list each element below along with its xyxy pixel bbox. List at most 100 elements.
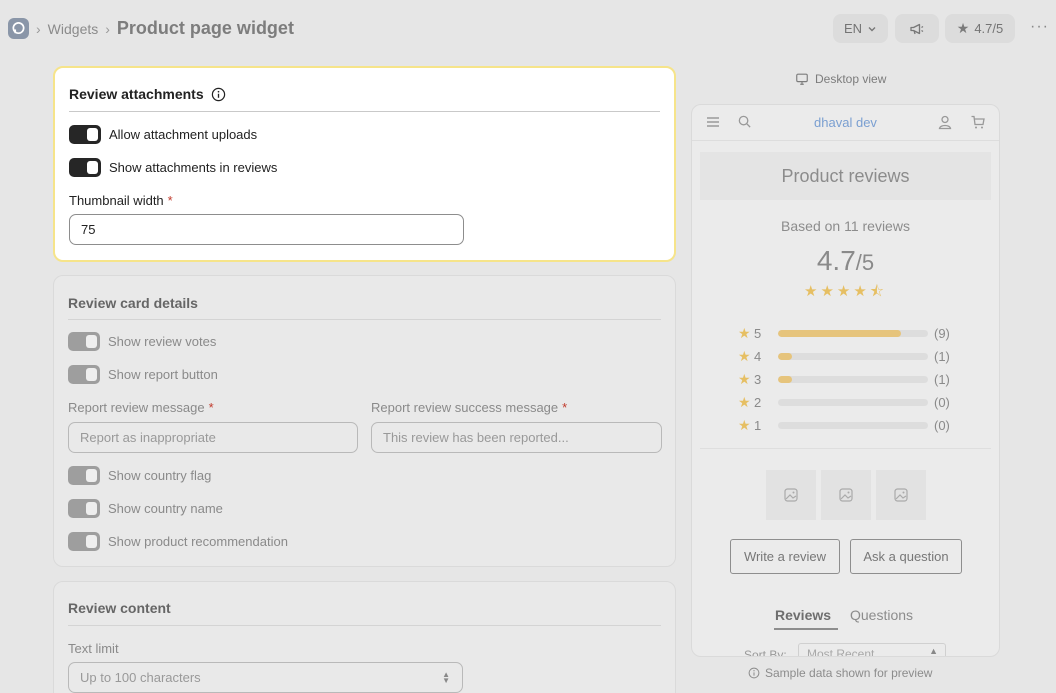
- write-review-button[interactable]: Write a review: [730, 539, 840, 574]
- language-selector[interactable]: EN: [833, 14, 888, 43]
- average-score-denominator: /5: [855, 250, 875, 275]
- show-votes-row: Show review votes: [68, 332, 216, 351]
- show-recommendation-toggle[interactable]: [68, 532, 100, 551]
- show-flag-row: Show country flag: [68, 466, 211, 485]
- star-icon: ★: [738, 324, 751, 341]
- show-attachments-label: Show attachments in reviews: [109, 160, 278, 175]
- show-votes-label: Show review votes: [108, 334, 217, 349]
- review-card-details-panel: Review card details Show review votes Sh…: [53, 275, 676, 567]
- text-limit-select[interactable]: Up to 100 characters ▲ ▼: [68, 662, 463, 693]
- rating-badge-button[interactable]: ★ 4.7/5: [945, 14, 1015, 43]
- language-label: EN: [843, 21, 863, 36]
- required-mark: *: [562, 400, 568, 415]
- show-votes-toggle[interactable]: [68, 332, 100, 351]
- thumbnail-width-input[interactable]: 75: [69, 214, 464, 245]
- caret-up-icon: ▲: [929, 646, 938, 656]
- rating-distribution-row[interactable]: ★ 4 (1): [738, 348, 958, 364]
- rating-distribution-row[interactable]: ★ 2 (0): [738, 394, 958, 410]
- monitor-icon: [796, 73, 808, 85]
- review-content-panel: Review content Text limit Up to 100 char…: [53, 581, 676, 693]
- user-icon: [938, 115, 952, 130]
- rating-star-count: 2: [754, 394, 762, 410]
- chevron-down-icon: [868, 26, 876, 31]
- text-limit-value: Up to 100 characters: [80, 670, 201, 685]
- info-icon[interactable]: [211, 87, 226, 102]
- required-mark: *: [167, 193, 173, 208]
- image-placeholder-icon: [894, 488, 908, 502]
- show-attachments-toggle[interactable]: [69, 158, 101, 177]
- widget-preview: dhaval dev Product reviews Based on 11 r…: [691, 104, 1000, 657]
- rating-distribution-row[interactable]: ★ 5 (9): [738, 325, 958, 341]
- rating-bar: [778, 398, 928, 406]
- rating-bar: [778, 375, 928, 383]
- rating-bar: [778, 421, 928, 429]
- report-success-label: Report review success message *: [371, 400, 567, 415]
- tab-reviews[interactable]: Reviews: [775, 607, 831, 623]
- star-icon: ★: [738, 393, 751, 410]
- show-country-toggle[interactable]: [68, 499, 100, 518]
- sort-select[interactable]: Most Recent ▲: [798, 643, 946, 656]
- breadcrumb-separator-icon: ›: [36, 20, 41, 37]
- breadcrumb-widgets[interactable]: Widgets: [48, 21, 99, 37]
- top-header: › Widgets › Product page widget EN ★ 4.7…: [0, 0, 1056, 58]
- sample-data-note-text: Sample data shown for preview: [765, 666, 933, 680]
- announcements-button[interactable]: [895, 14, 939, 43]
- show-flag-toggle[interactable]: [68, 466, 100, 485]
- allow-uploads-toggle[interactable]: [69, 125, 101, 144]
- show-country-row: Show country name: [68, 499, 223, 518]
- cart-icon: [971, 115, 985, 129]
- breadcrumb-separator-icon: ›: [105, 20, 110, 37]
- rating-bar: [778, 329, 928, 337]
- rating-distribution-row[interactable]: ★ 3 (1): [738, 371, 958, 387]
- allow-uploads-row: Allow attachment uploads: [69, 125, 257, 144]
- rating-star-count: 3: [754, 371, 762, 387]
- report-success-label-text: Report review success message: [371, 400, 559, 415]
- average-score: 4.7/5: [692, 245, 999, 277]
- rating-badge-text: 4.7/5: [974, 21, 1004, 36]
- rating-review-count: (0): [934, 417, 950, 433]
- panel-divider: [68, 319, 661, 320]
- rating-bar: [778, 352, 928, 360]
- sample-data-note: Sample data shown for preview: [748, 666, 932, 680]
- active-tab-indicator: [774, 628, 838, 630]
- report-success-input[interactable]: This review has been reported...: [371, 422, 662, 453]
- desktop-view-toggle[interactable]: Desktop view: [795, 72, 886, 86]
- app-logo-icon[interactable]: [8, 18, 29, 39]
- page-title: Product page widget: [116, 18, 294, 38]
- preview-title: Product reviews: [700, 152, 991, 200]
- report-message-input[interactable]: Report as inappropriate: [68, 422, 358, 453]
- attachment-thumbnail[interactable]: [876, 470, 926, 520]
- panel-divider: [69, 111, 660, 112]
- more-options-icon[interactable]: ···: [1030, 18, 1049, 36]
- attachment-thumbnail[interactable]: [766, 470, 816, 520]
- review-attachments-title-text: Review attachments: [69, 86, 204, 102]
- ask-question-button[interactable]: Ask a question: [850, 539, 962, 574]
- rating-bar-fill: [778, 375, 792, 383]
- show-attachments-row: Show attachments in reviews: [69, 158, 277, 177]
- attachment-thumbnail[interactable]: [821, 470, 871, 520]
- review-card-details-title: Review card details: [68, 295, 198, 311]
- star-icon: ★: [738, 416, 751, 433]
- average-stars-icon: ★★★★⯪: [804, 283, 887, 300]
- image-placeholder-icon: [839, 488, 853, 502]
- info-icon: [748, 667, 760, 679]
- show-country-label: Show country name: [108, 501, 223, 516]
- report-message-label: Report review message *: [68, 400, 214, 415]
- breadcrumb: › Widgets › Product page widget: [36, 18, 294, 39]
- rating-bar-fill: [778, 352, 792, 360]
- show-recommendation-label: Show product recommendation: [108, 534, 288, 549]
- show-report-toggle[interactable]: [68, 365, 100, 384]
- show-flag-label: Show country flag: [108, 468, 212, 483]
- allow-uploads-label: Allow attachment uploads: [109, 127, 258, 142]
- image-placeholder-icon: [784, 488, 798, 502]
- megaphone-icon: [910, 23, 924, 34]
- rating-distribution-row[interactable]: ★ 1 (0): [738, 417, 958, 433]
- review-content-title: Review content: [68, 600, 171, 616]
- thumbnail-width-label: Thumbnail width *: [69, 193, 173, 208]
- rating-review-count: (1): [934, 348, 950, 364]
- tab-questions[interactable]: Questions: [850, 607, 913, 623]
- sort-label: Sort By:: [744, 648, 787, 657]
- show-report-label: Show report button: [108, 367, 218, 382]
- based-on-text: Based on 11 reviews: [781, 218, 910, 234]
- rating-bar-fill: [778, 329, 901, 337]
